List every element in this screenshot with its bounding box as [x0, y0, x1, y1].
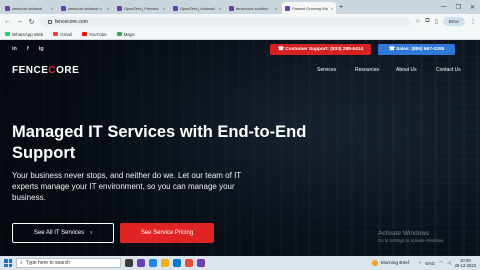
clock[interactable]: 10:09 25-12-2023: [455, 258, 476, 268]
app-icon-purple-2[interactable]: [197, 259, 205, 267]
main-nav: Services Resources About Us Contact Us: [0, 67, 480, 75]
app-icon-purple[interactable]: [137, 259, 145, 267]
close-tab-icon[interactable]: ×: [219, 6, 221, 11]
minimize-icon[interactable]: —: [441, 4, 447, 10]
watermark-title: Activate Windows: [378, 230, 430, 237]
hero-headline: Managed IT Services with End-to-End Supp…: [12, 123, 307, 162]
toolbar-icons: ☆ ⧉ ▯ Error ⋮: [415, 17, 476, 26]
browser-tab-strip: zeetcum infotech × zeetcum infotech o × Op…: [0, 0, 480, 14]
close-tab-icon[interactable]: ×: [331, 6, 333, 11]
wifi-icon[interactable]: ◠: [439, 260, 443, 266]
search-placeholder: Type here to search: [25, 260, 71, 266]
extensions-icon[interactable]: ⧉: [425, 18, 429, 25]
url-field[interactable]: fencecore.com: [40, 16, 410, 27]
whatsapp-icon: [5, 32, 10, 36]
close-tab-icon[interactable]: ×: [107, 6, 109, 11]
sidebar-icon[interactable]: ▯: [435, 18, 438, 25]
p-favicon-icon: [173, 5, 178, 11]
volume-icon[interactable]: ◁: [447, 260, 450, 266]
new-tab-button[interactable]: +: [339, 2, 343, 14]
forward-icon[interactable]: →: [16, 18, 23, 25]
weather-widget[interactable]: Morning Brief: [371, 260, 410, 266]
menu-icon[interactable]: ⋮: [470, 18, 476, 25]
tab-label: OpenText | Infomati: [180, 5, 215, 11]
taskbar-search-input[interactable]: ⌕ Type here to search: [16, 258, 121, 268]
browser-tab-1[interactable]: zeetcum infotech ×: [2, 2, 56, 14]
close-tab-icon[interactable]: ×: [51, 6, 53, 11]
url-text: fencecore.com: [55, 18, 88, 25]
tab-label: zeetcum infotech o: [68, 5, 102, 11]
browser-tab-3[interactable]: OpenText | Fencew ×: [114, 2, 168, 14]
chevron-up-icon[interactable]: ^: [419, 261, 421, 266]
watermark-subtitle: Go to Settings to activate Windows.: [378, 238, 445, 243]
maximize-icon[interactable]: ❐: [456, 4, 461, 11]
maps-icon: [116, 32, 122, 36]
close-tab-icon[interactable]: ×: [163, 6, 165, 11]
address-bar-row: ← → ↻ fencecore.com ☆ ⧉ ▯ Error ⋮: [0, 14, 480, 29]
chrome-icon[interactable]: [185, 259, 193, 267]
instagram-icon[interactable]: ig: [39, 46, 44, 52]
search-icon: ⌕: [20, 260, 23, 266]
browser-tab-active[interactable]: Fastest Growing Ma ×: [282, 2, 336, 14]
customer-support-button[interactable]: ☎ Customer Support: (833) 288-6414: [270, 44, 371, 55]
nav-about-us[interactable]: About Us: [396, 67, 417, 73]
lock-icon: [48, 19, 52, 24]
p-favicon-icon: [61, 5, 66, 11]
bookmark-label: Gmail: [60, 31, 72, 37]
nav-resources[interactable]: Resources: [355, 67, 379, 73]
chevron-right-icon: ›: [90, 230, 93, 236]
task-view-icon[interactable]: [125, 259, 133, 267]
close-tab-icon[interactable]: ×: [275, 6, 277, 11]
store-icon[interactable]: [173, 259, 181, 267]
linkedin-icon[interactable]: in: [12, 46, 17, 52]
window-controls: — ❐ ✕: [441, 0, 480, 14]
bookmark-maps[interactable]: Maps: [116, 31, 135, 37]
tab-label: fencecore solution: [236, 5, 269, 11]
sun-icon: [371, 260, 378, 266]
bookmarks-bar: WhatsApp Web Gmail YouTube Maps: [0, 29, 480, 40]
p-favicon-icon: [5, 5, 10, 11]
p-favicon-icon: [117, 5, 122, 11]
bookmark-label: Maps: [123, 31, 135, 37]
bookmark-star-icon[interactable]: ☆: [415, 18, 420, 25]
button-label: See All IT Services: [33, 230, 85, 236]
hero-subtext: Your business never stops, and neither d…: [12, 171, 242, 202]
weather-label: Morning Brief: [380, 260, 410, 266]
bookmark-youtube[interactable]: YouTube: [81, 31, 107, 37]
p-favicon-icon: [229, 5, 234, 11]
see-service-pricing-button[interactable]: See Service Pricing: [120, 223, 214, 243]
reload-icon[interactable]: ↻: [28, 18, 35, 26]
tab-label: OpenText | Fencew: [124, 5, 159, 11]
facebook-icon[interactable]: f: [27, 46, 29, 52]
bookmark-whatsapp[interactable]: WhatsApp Web: [5, 32, 43, 37]
windows-taskbar: ⌕ Type here to search Morning Brief ^ EN…: [0, 256, 480, 270]
profile-button[interactable]: Error: [443, 17, 465, 26]
nav-services[interactable]: Services: [317, 67, 336, 73]
system-tray: ^ ENG ◠ ◁ 10:09 25-12-2023: [419, 258, 476, 268]
bookmark-gmail[interactable]: Gmail: [53, 32, 72, 37]
youtube-icon: [81, 32, 87, 36]
tab-label: zeetcum infotech: [12, 5, 43, 11]
sales-button[interactable]: ☎ Sales: (855) 667-0355: [378, 44, 455, 55]
see-all-services-button[interactable]: See All IT Services ›: [12, 223, 114, 243]
close-window-icon[interactable]: ✕: [470, 4, 475, 11]
windows-start-icon[interactable]: [4, 259, 12, 267]
browser-tab-2[interactable]: zeetcum infotech o ×: [58, 2, 112, 14]
nav-contact-us[interactable]: Contact Us: [436, 67, 461, 73]
tab-label: Fastest Growing Ma: [292, 5, 328, 11]
gmail-icon: [53, 32, 59, 36]
edge-icon[interactable]: [149, 259, 157, 267]
clock-date: 25-12-2023: [454, 263, 476, 268]
bookmark-label: YouTube: [88, 31, 107, 37]
browser-tab-5[interactable]: fencecore solution ×: [226, 2, 280, 14]
language-indicator[interactable]: ENG: [425, 261, 435, 266]
back-icon[interactable]: ←: [4, 18, 11, 25]
website-viewport: in f ig ☎ Customer Support: (833) 288-64…: [0, 40, 480, 256]
bookmark-label: WhatsApp Web: [12, 31, 44, 37]
activate-windows-watermark: Activate Windows Go to Settings to activ…: [378, 230, 444, 243]
browser-tab-4[interactable]: OpenText | Infomati ×: [170, 2, 224, 14]
file-explorer-icon[interactable]: [161, 259, 169, 267]
p-favicon-icon: [285, 5, 290, 11]
